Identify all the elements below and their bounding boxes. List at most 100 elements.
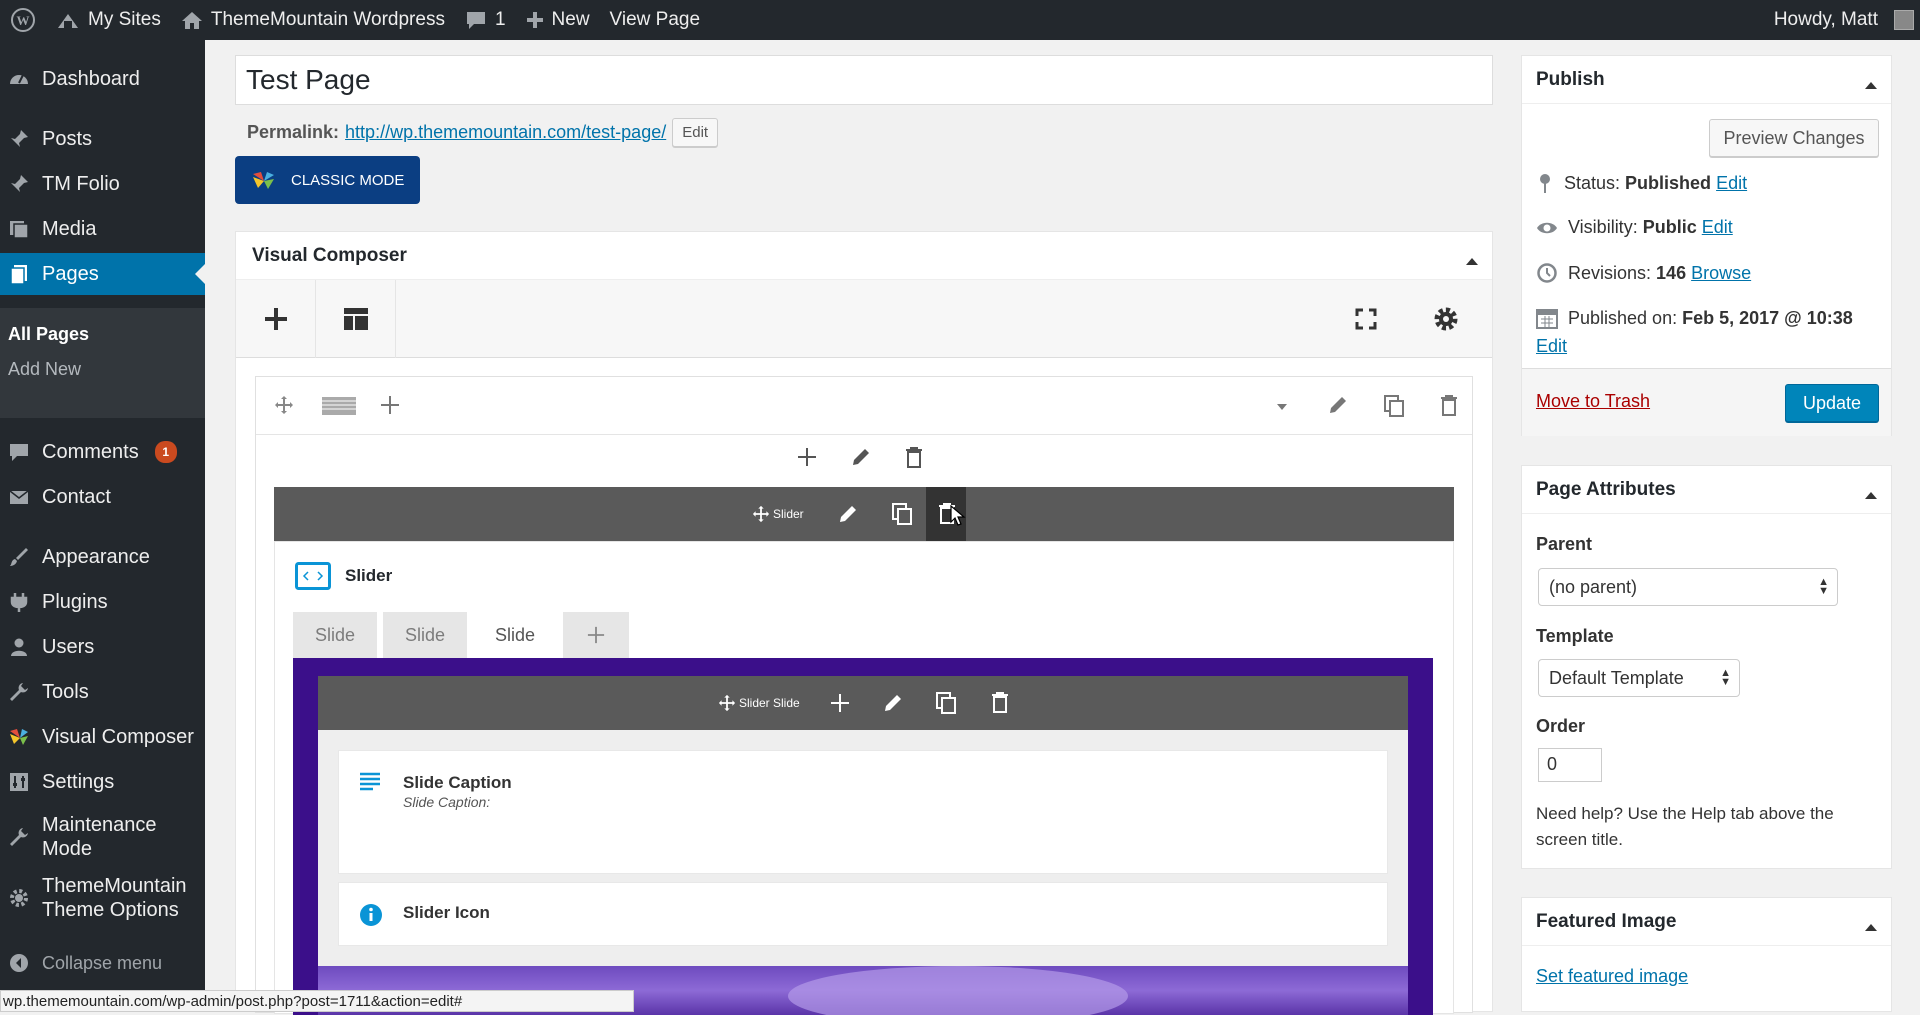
slide-controls-bar: Slider Slide	[318, 676, 1408, 730]
move-to-trash-link[interactable]: Move to Trash	[1536, 391, 1650, 412]
home-icon	[181, 10, 203, 30]
sidebar-item-media[interactable]: Media	[0, 208, 205, 250]
clone-icon[interactable]	[892, 503, 912, 525]
site-name-menu[interactable]: ThemeMountain Wordpress	[171, 0, 455, 40]
sidebar-item-users[interactable]: Users	[0, 626, 205, 668]
chevron-down-icon[interactable]	[1276, 403, 1288, 411]
slide-drag-handle[interactable]: Slider Slide	[718, 694, 800, 712]
tab-slide-1[interactable]: Slide	[293, 612, 377, 658]
collapse-toggle-icon[interactable]	[1865, 486, 1877, 499]
update-button[interactable]: Update	[1785, 384, 1879, 422]
page-attributes-box: Page Attributes Parent (no parent) ▲ ▼ Te…	[1521, 465, 1892, 869]
permalink-edit-button[interactable]: Edit	[672, 118, 719, 147]
plus-icon	[526, 11, 544, 29]
slide-caption-element[interactable]: Slide Caption Slide Caption:	[338, 750, 1388, 874]
submenu-add-new[interactable]: Add New	[8, 359, 81, 380]
page-attributes-header[interactable]: Page Attributes	[1522, 466, 1891, 514]
plus-icon[interactable]	[797, 447, 817, 467]
slider-icon-element[interactable]: Slider Icon	[338, 882, 1388, 946]
sidebar-item-settings[interactable]: Settings	[0, 761, 205, 803]
permalink-label: Permalink:	[247, 122, 340, 142]
set-featured-image-link[interactable]: Set featured image	[1536, 966, 1688, 987]
status-edit-link[interactable]: Edit	[1716, 173, 1747, 193]
edit-icon[interactable]	[838, 504, 858, 524]
sidebar-item-plugins[interactable]: Plugins	[0, 581, 205, 623]
trash-icon[interactable]	[905, 447, 923, 469]
sidebar-item-tm-folio[interactable]: TM Folio	[0, 163, 205, 205]
plus-icon[interactable]	[830, 693, 850, 713]
order-input[interactable]: 0	[1538, 748, 1602, 782]
slide-panel: Slider Slide Slide Caption Slide Caption…	[293, 658, 1433, 1015]
submenu-all-pages[interactable]: All Pages	[8, 324, 89, 345]
drag-handle-icon	[752, 505, 770, 523]
history-icon	[1536, 262, 1558, 284]
classic-mode-button[interactable]: CLASSIC MODE	[235, 156, 420, 204]
text-lines-icon	[359, 771, 381, 793]
slider-element: Slider Slide Slide Slide Slider Slide Sl…	[274, 541, 1454, 1015]
tab-slide-3[interactable]: Slide	[473, 612, 557, 658]
sidebar-item-tools[interactable]: Tools	[0, 671, 205, 713]
wrench-icon	[6, 679, 32, 705]
publish-box-header[interactable]: Publish	[1522, 56, 1891, 104]
parent-select[interactable]: (no parent) ▲ ▼	[1538, 568, 1838, 606]
permalink-link[interactable]: http://wp.thememountain.com/test-page/	[345, 122, 666, 143]
collapse-icon	[6, 950, 32, 976]
pin-icon	[1536, 172, 1554, 194]
trash-icon[interactable]	[1440, 395, 1458, 417]
sidebar-item-comments[interactable]: Comments 1	[0, 431, 205, 473]
sidebar-item-appearance[interactable]: Appearance	[0, 536, 205, 578]
edit-icon[interactable]	[1328, 395, 1348, 415]
order-label: Order	[1536, 716, 1586, 736]
sidebar-item-posts[interactable]: Posts	[0, 118, 205, 160]
templates-button[interactable]	[316, 280, 396, 358]
column-layout-icon[interactable]	[322, 397, 356, 415]
admin-sidebar: Dashboard Posts TM Folio Media Pages All…	[0, 40, 205, 1012]
published-edit-link[interactable]: Edit	[1536, 336, 1567, 357]
featured-image-header[interactable]: Featured Image	[1522, 898, 1891, 946]
add-column-icon[interactable]	[380, 395, 400, 415]
collapse-toggle-icon[interactable]	[1865, 76, 1877, 89]
page-title-input[interactable]: Test Page	[235, 55, 1493, 105]
wordpress-logo-icon[interactable]: W	[0, 0, 46, 40]
visual-composer-panel: Visual Composer Slider Slider Slide Slid…	[235, 231, 1493, 1015]
tab-slide-2[interactable]: Slide	[383, 612, 467, 658]
new-content-menu[interactable]: New	[516, 0, 600, 40]
sidebar-item-theme-options[interactable]: ThemeMountain Theme Options	[0, 871, 205, 925]
sidebar-item-visual-composer[interactable]: Visual Composer	[0, 716, 205, 758]
sidebar-item-pages[interactable]: Pages	[0, 253, 205, 295]
revisions-browse-link[interactable]: Browse	[1691, 263, 1751, 283]
comment-icon	[465, 10, 487, 30]
add-slide-tab[interactable]	[563, 612, 629, 658]
clone-icon[interactable]	[936, 692, 956, 714]
add-element-button[interactable]	[236, 280, 316, 358]
dashboard-icon	[6, 66, 32, 92]
settings-button[interactable]	[1406, 280, 1486, 358]
my-sites-menu[interactable]: My Sites	[46, 0, 171, 40]
sidebar-item-contact[interactable]: Contact	[0, 476, 205, 518]
collapse-toggle-icon[interactable]	[1466, 252, 1478, 265]
fullscreen-button[interactable]	[1326, 280, 1406, 358]
sidebar-item-maintenance-mode[interactable]: Maintenance Mode	[0, 810, 205, 864]
slider-drag-handle[interactable]: Slider	[752, 505, 804, 523]
view-page-link[interactable]: View Page	[600, 0, 711, 40]
drag-handle-icon[interactable]	[274, 395, 294, 415]
clone-icon[interactable]	[1384, 395, 1404, 417]
slide-content: Slide Caption Slide Caption: Slider Icon	[318, 730, 1408, 966]
browser-status-bar: wp.thememountain.com/wp-admin/post.php?p…	[0, 990, 634, 1012]
collapse-toggle-icon[interactable]	[1865, 918, 1877, 931]
template-select[interactable]: Default Template ▲ ▼	[1538, 659, 1740, 697]
visual-composer-header[interactable]: Visual Composer	[236, 232, 1492, 280]
edit-icon[interactable]	[883, 693, 903, 713]
sidebar-item-dashboard[interactable]: Dashboard	[0, 58, 205, 100]
slide-tabs: Slide Slide Slide	[293, 612, 629, 658]
visibility-edit-link[interactable]: Edit	[1702, 217, 1733, 237]
pin-icon	[6, 126, 32, 152]
collapse-menu-button[interactable]: Collapse menu	[0, 942, 205, 984]
preview-changes-button[interactable]: Preview Changes	[1709, 119, 1879, 157]
account-menu[interactable]: Howdy, Matt	[1764, 0, 1920, 40]
plus-icon	[263, 306, 289, 332]
sites-icon	[56, 10, 80, 30]
trash-icon[interactable]	[991, 692, 1009, 714]
edit-icon[interactable]	[851, 447, 871, 467]
comments-menu[interactable]: 1	[455, 0, 516, 40]
